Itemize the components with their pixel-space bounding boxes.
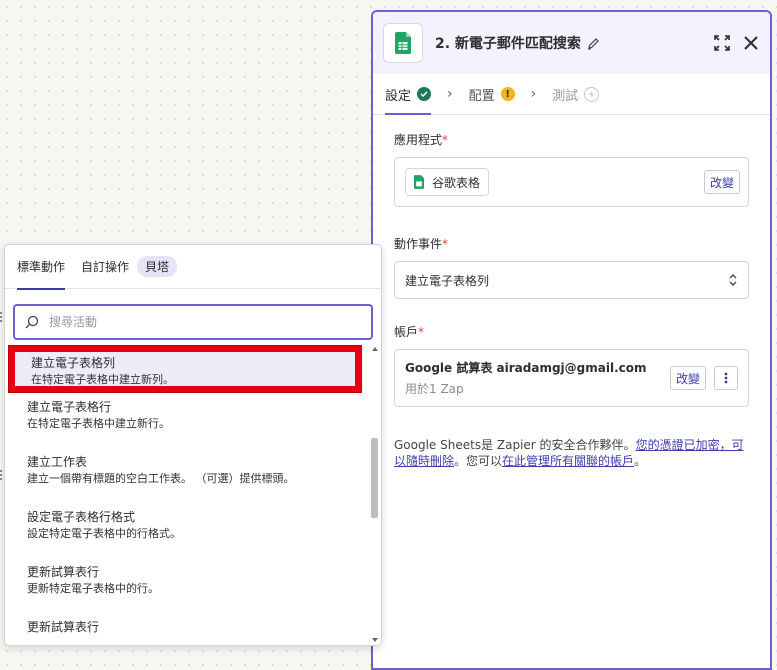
google-sheets-icon	[395, 32, 411, 54]
search-input[interactable]	[47, 314, 351, 330]
scroll-thumb[interactable]	[371, 438, 378, 518]
app-chip[interactable]: 谷歌表格	[405, 168, 490, 196]
account-field-label: 帳戶*	[394, 325, 425, 339]
change-app-button[interactable]: 改變	[703, 170, 740, 194]
scroll-up-arrow[interactable]	[370, 346, 379, 354]
item-desc: 在特定電子表格中建立新列。	[31, 373, 174, 386]
item-title: 建立電子表格行	[27, 400, 112, 414]
panel-body: 應用程式* 谷歌表格 改變 動作事件* 建立電子表格列 帳戶* Google 試…	[373, 115, 770, 469]
item-title: 建立工作表	[27, 455, 88, 469]
list-item[interactable]: 更新試算表行	[5, 612, 371, 645]
item-desc: 更新特定電子表格中的行。	[27, 582, 159, 595]
manage-accounts-link[interactable]: 在此管理所有關聯的帳戶	[502, 454, 634, 468]
warning-icon: !	[500, 87, 515, 101]
action-event-dropdown: 標準動作 自訂操作 貝塔 建立電子表格列 在特定電子表格中建立新列。 建立電子表…	[4, 244, 382, 646]
tab-configure[interactable]: 配置 !	[469, 74, 515, 114]
step-title: 2. 新電子郵件匹配搜索	[435, 36, 581, 52]
item-title: 更新試算表行	[27, 620, 100, 634]
list-item[interactable]: 設定電子表格行格式 設定特定電子表格中的行格式。	[5, 502, 371, 557]
account-name: Google 試算表 airadamgj@gmail.com	[405, 361, 647, 375]
item-title: 建立電子表格列	[31, 356, 116, 370]
item-title: 更新試算表行	[27, 565, 100, 579]
header-actions	[714, 35, 758, 51]
list-scrollbar[interactable]	[370, 346, 379, 645]
app-icon-box	[383, 23, 423, 63]
tab-beta[interactable]: 貝塔	[137, 256, 178, 277]
tab-setup[interactable]: 設定	[385, 74, 432, 115]
app-field-label: 應用程式*	[394, 133, 449, 147]
tab-test[interactable]: 測試	[552, 74, 600, 114]
search-icon	[25, 315, 39, 329]
item-title: 設定電子表格行格式	[27, 510, 136, 524]
list-item[interactable]: 更新試算表行 更新特定電子表格中的行。	[5, 557, 371, 612]
item-desc: 建立一個帶有標題的空白工作表。 （可選）提供標頭。	[27, 472, 295, 485]
tab-custom-actions[interactable]: 自訂操作	[81, 245, 129, 289]
event-field-label: 動作事件*	[394, 237, 449, 251]
search-box	[13, 304, 373, 340]
account-usage: 用於1 Zap	[405, 382, 464, 396]
tab-standard-actions[interactable]: 標準動作	[17, 245, 66, 290]
list-item[interactable]: 建立工作表 建立一個帶有標題的空白工作表。 （可選）提供標頭。	[5, 447, 371, 502]
action-event-select[interactable]: 建立電子表格列	[394, 261, 749, 299]
pencil-icon[interactable]	[587, 37, 600, 50]
close-icon[interactable]	[744, 36, 758, 50]
account-info: Google 試算表 airadamgj@gmail.com 用於1 Zap	[405, 359, 647, 397]
chevron-right-icon: ›	[447, 86, 453, 102]
test-icon	[584, 86, 600, 102]
dropdown-tabs: 標準動作 自訂操作 貝塔	[5, 245, 381, 290]
account-field: Google 試算表 airadamgj@gmail.com 用於1 Zap 改…	[394, 349, 749, 407]
list-item-selected[interactable]: 建立電子表格列 在特定電子表格中建立新列。	[9, 346, 361, 392]
action-event-value: 建立電子表格列	[405, 273, 490, 288]
account-actions: 改變	[669, 366, 738, 390]
google-sheets-icon	[414, 175, 424, 189]
step-tabs: 設定 › 配置 ! › 測試	[373, 74, 770, 115]
expand-icon[interactable]	[714, 35, 730, 51]
tab-setup-label: 設定	[385, 88, 412, 104]
chevron-right-icon: ›	[530, 86, 537, 102]
up-down-icon	[728, 273, 738, 287]
app-name: 谷歌表格	[432, 175, 481, 190]
security-note: Google Sheets是 Zapier 的安全合作夥伴。您的憑證已加密，可以…	[394, 438, 744, 468]
change-account-button[interactable]: 改變	[669, 366, 706, 390]
item-desc: 在特定電子表格中建立新行。	[27, 417, 170, 430]
tab-configure-label: 配置	[468, 88, 495, 104]
panel-header: 2. 新電子郵件匹配搜索	[373, 12, 770, 74]
app-field: 谷歌表格 改變	[394, 157, 749, 207]
scroll-down-arrow[interactable]	[370, 638, 379, 645]
check-icon	[417, 87, 432, 101]
action-list: 建立電子表格列 在特定電子表格中建立新列。 建立電子表格行 在特定電子表格中建立…	[5, 346, 371, 645]
item-desc: 設定特定電子表格中的行格式。	[27, 527, 181, 540]
list-item[interactable]: 建立電子表格行 在特定電子表格中建立新行。	[5, 392, 371, 447]
step-config-panel: 2. 新電子郵件匹配搜索 設定 › 配置 ! › 測試 應用程式* 谷歌表格 改…	[371, 10, 772, 670]
tab-test-label: 測試	[552, 88, 579, 104]
kebab-icon[interactable]	[714, 366, 738, 390]
